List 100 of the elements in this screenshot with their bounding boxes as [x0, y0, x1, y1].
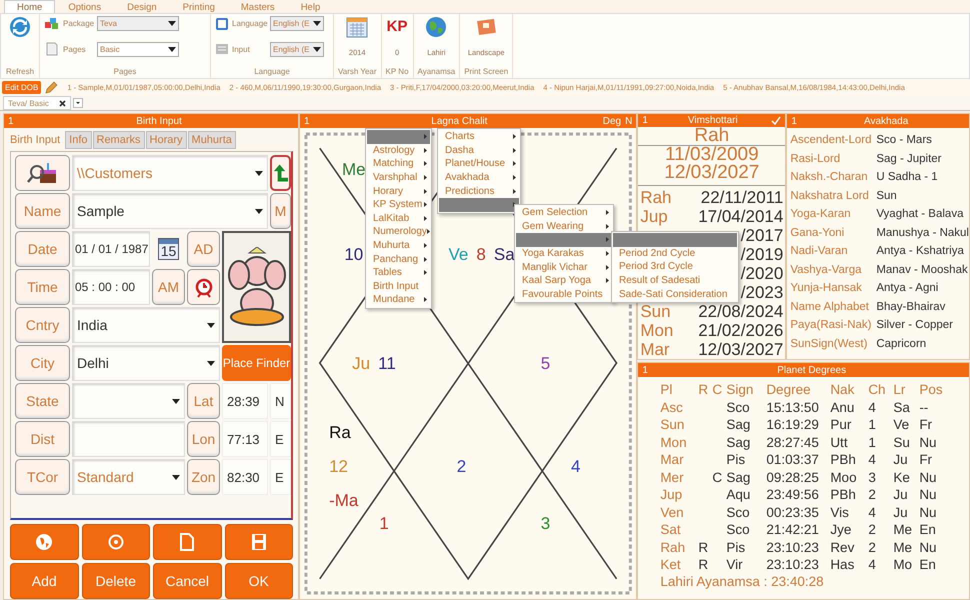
tool-label[interactable]: Print Screen [464, 67, 508, 76]
menu-item[interactable]: Birth Input [367, 280, 430, 294]
city-dropdown[interactable]: Delhi [72, 345, 220, 381]
close-icon[interactable] [58, 100, 66, 106]
action-button[interactable]: OK [224, 563, 293, 599]
menu-item[interactable]: Charts [439, 130, 519, 144]
tool-label[interactable]: Ayanamsa [418, 67, 456, 76]
field-label-button[interactable]: Dist [15, 421, 70, 457]
field-label-button[interactable]: Lat [187, 383, 220, 419]
menu-item[interactable]: Tables [367, 266, 430, 280]
field-label-button[interactable]: Zon [187, 459, 220, 495]
menu-item[interactable]: Kaal Sarp Yoga [516, 274, 612, 288]
dropdown-arrow-icon[interactable] [168, 21, 176, 26]
birthday-search-button[interactable] [15, 155, 70, 191]
action-button[interactable]: Cancel [153, 563, 222, 599]
save-button[interactable] [224, 524, 293, 560]
ribbon-tab[interactable]: Printing [170, 0, 228, 13]
menu-item[interactable]: Horary [367, 184, 430, 198]
date-field[interactable]: 01 / 01 / 1987 [72, 231, 150, 267]
tool-label[interactable]: Varsh Year [338, 67, 377, 76]
dropdown-arrow-icon[interactable] [168, 46, 176, 52]
panel-tab[interactable]: Muhurta [188, 131, 236, 149]
menu-item[interactable]: Planet/House [439, 157, 519, 171]
pages-dropdown[interactable]: Basic [97, 42, 179, 56]
menu-item[interactable]: Muhurta [367, 238, 430, 252]
menu-item[interactable]: LalKitab [367, 212, 430, 226]
era-button[interactable]: AD [187, 231, 220, 267]
menu-item[interactable]: Gem Selection [516, 206, 612, 220]
menu-item[interactable]: Favourable Points [516, 288, 612, 302]
ribbon-tab[interactable]: Options [55, 0, 114, 13]
menu-item[interactable]: Panchang [367, 252, 430, 266]
checkmark-icon[interactable] [771, 116, 782, 126]
menu-item[interactable]: Numerology [367, 225, 430, 239]
menu-item[interactable]: Yoga Karakas [516, 246, 612, 260]
alarm-clock-button[interactable] [187, 269, 220, 305]
field-label-button[interactable]: State [15, 383, 70, 419]
dropdown-arrow-icon[interactable] [172, 474, 180, 480]
menu-item[interactable]: Varshphal [367, 170, 430, 184]
menu-item[interactable]: Astrology [367, 144, 430, 158]
field-label-button[interactable]: City [15, 345, 70, 381]
action-button[interactable]: Add [10, 563, 78, 599]
input-dropdown[interactable]: English (E [270, 42, 324, 56]
language-dropdown[interactable]: English (E [270, 16, 324, 31]
country-dropdown[interactable]: India [72, 307, 220, 343]
customer-folder-dropdown[interactable]: \\Customers [72, 155, 268, 191]
field-label-button[interactable]: Cntry [15, 307, 70, 343]
tool-label[interactable]: KP No [386, 67, 409, 76]
ribbon-tab[interactable]: Help [288, 0, 334, 13]
menu-item[interactable]: Period 3rd Cycle [613, 260, 737, 274]
district-field[interactable] [72, 421, 185, 457]
menu-item[interactable]: KP System [367, 198, 430, 212]
tab-list-dropdown-icon[interactable] [72, 98, 83, 108]
menu-item[interactable]: Predictions [439, 184, 519, 198]
place-finder-button[interactable]: Place Finder [222, 345, 291, 381]
panel-tab[interactable]: Horary [146, 131, 187, 149]
degree-toggle[interactable]: Deg [602, 116, 622, 126]
time-field[interactable]: 05 : 00 : 00 [72, 269, 150, 305]
refresh-label[interactable]: Refresh [6, 67, 34, 76]
dropdown-arrow-icon[interactable] [172, 398, 180, 404]
dropdown-arrow-icon[interactable] [255, 208, 263, 214]
menu-item[interactable]: Result of Sadesati [613, 274, 737, 288]
globe-button[interactable] [10, 524, 78, 560]
new-document-button[interactable] [153, 524, 222, 560]
am-pm-button[interactable]: AM [152, 269, 185, 305]
dropdown-arrow-icon[interactable] [313, 21, 321, 26]
action-button[interactable]: Delete [82, 563, 150, 599]
menu-item[interactable]: Gem Wearing [516, 220, 612, 234]
refresh-icon[interactable] [9, 16, 31, 38]
field-label-button[interactable]: Lon [187, 421, 220, 457]
field-label-button[interactable]: Date [15, 231, 70, 267]
ribbon-tab[interactable]: Design [114, 0, 170, 13]
panel-tab[interactable]: Info [65, 131, 92, 149]
dropdown-arrow-icon[interactable] [207, 360, 215, 366]
dropdown-arrow-icon[interactable] [313, 46, 321, 52]
menu-item[interactable]: Matching [367, 157, 430, 171]
package-dropdown[interactable]: Teva [97, 16, 179, 31]
menu-item[interactable]: Sade-Sati Consideration [613, 287, 737, 301]
menu-item[interactable]: Dasha [439, 144, 519, 158]
menu-item[interactable] [439, 198, 519, 212]
ribbon-tab[interactable]: Masters [228, 0, 288, 13]
up-arrow-button[interactable] [270, 155, 291, 191]
menu-item[interactable]: Mundane [367, 293, 430, 307]
name-dropdown[interactable]: Sample [72, 193, 268, 229]
gender-button[interactable]: M [270, 193, 291, 229]
field-label-button[interactable]: TCor [15, 459, 70, 495]
panel-tab[interactable]: Remarks [92, 131, 145, 149]
dropdown-arrow-icon[interactable] [255, 170, 263, 176]
field-label-button[interactable]: Time [15, 269, 70, 305]
field-label-button[interactable]: Name [15, 193, 70, 229]
time-correction-dropdown[interactable]: Standard [72, 459, 185, 495]
document-tab[interactable]: Teva/ Basic [3, 96, 71, 110]
dropdown-arrow-icon[interactable] [207, 322, 215, 328]
calendar-button[interactable]: 15 [158, 238, 180, 260]
north-toggle[interactable]: N [625, 116, 632, 126]
menu-item[interactable]: Avakhada [439, 170, 519, 184]
menu-item[interactable]: Period 2nd Cycle [613, 246, 737, 260]
edit-dob-button[interactable]: Edit DOB [2, 81, 42, 94]
menu-item[interactable]: Manglik Vichar [516, 260, 612, 274]
target-button[interactable] [82, 524, 150, 560]
ribbon-tab[interactable]: Home [4, 0, 56, 13]
